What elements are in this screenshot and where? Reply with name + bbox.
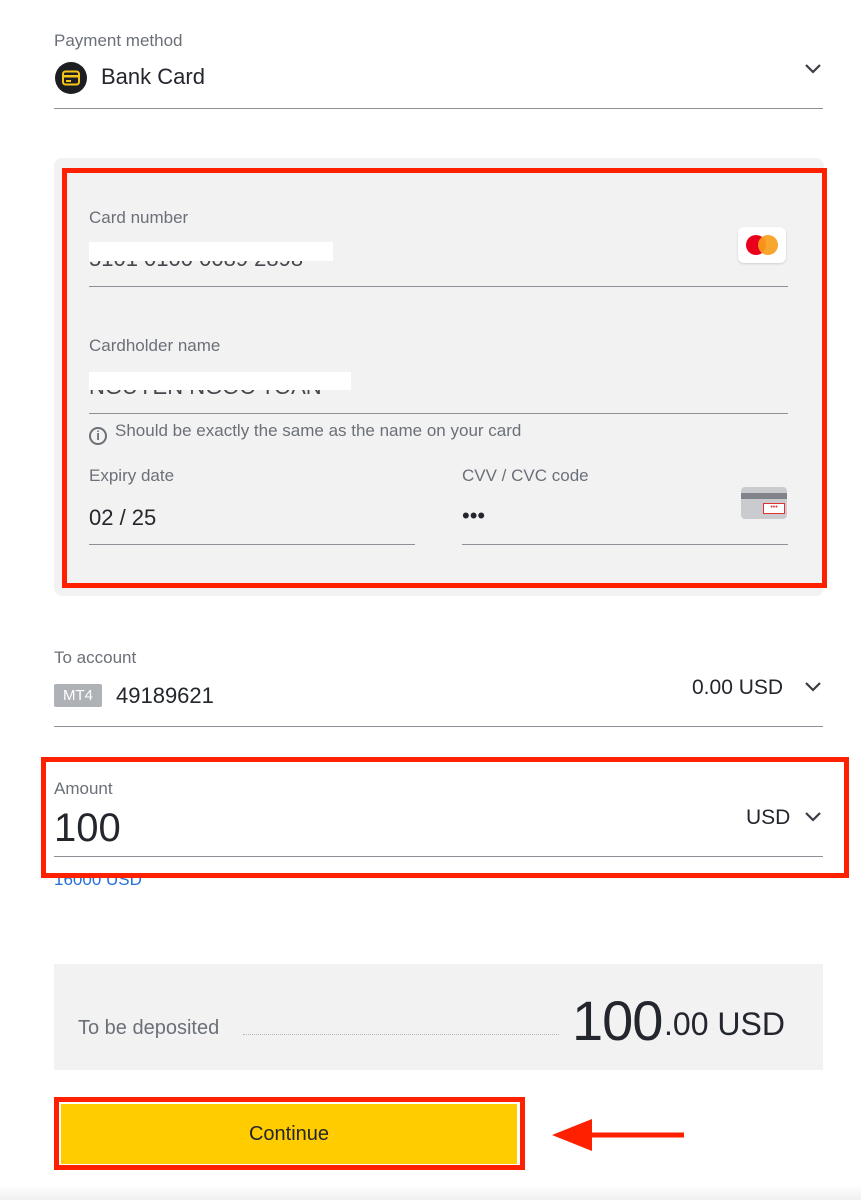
payment-method-label: Payment method — [54, 31, 183, 50]
arrow-left-icon — [552, 1119, 684, 1151]
deposit-total-fraction: .00 USD — [664, 1006, 785, 1042]
payment-method-value: Bank Card — [101, 64, 205, 89]
account-number: 49189621 — [116, 683, 214, 708]
to-account-label: To account — [54, 648, 137, 667]
to-be-deposited-label: To be deposited — [78, 1017, 220, 1039]
platform-badge: MT4 — [54, 684, 102, 707]
summary-dotted-leader — [243, 1034, 559, 1035]
deposit-total-whole: 100 — [572, 989, 663, 1052]
account-balance: 0.00 USD — [692, 676, 784, 699]
payment-method-underline — [54, 108, 823, 109]
continue-highlight-frame — [54, 1097, 525, 1170]
chevron-down-icon[interactable] — [804, 681, 822, 693]
bank-card-icon — [55, 62, 87, 94]
card-highlight-frame — [62, 168, 827, 588]
chevron-down-icon[interactable] — [804, 63, 822, 75]
bottom-edge — [0, 1185, 861, 1200]
amount-highlight-frame — [41, 757, 849, 878]
account-underline — [54, 726, 823, 727]
